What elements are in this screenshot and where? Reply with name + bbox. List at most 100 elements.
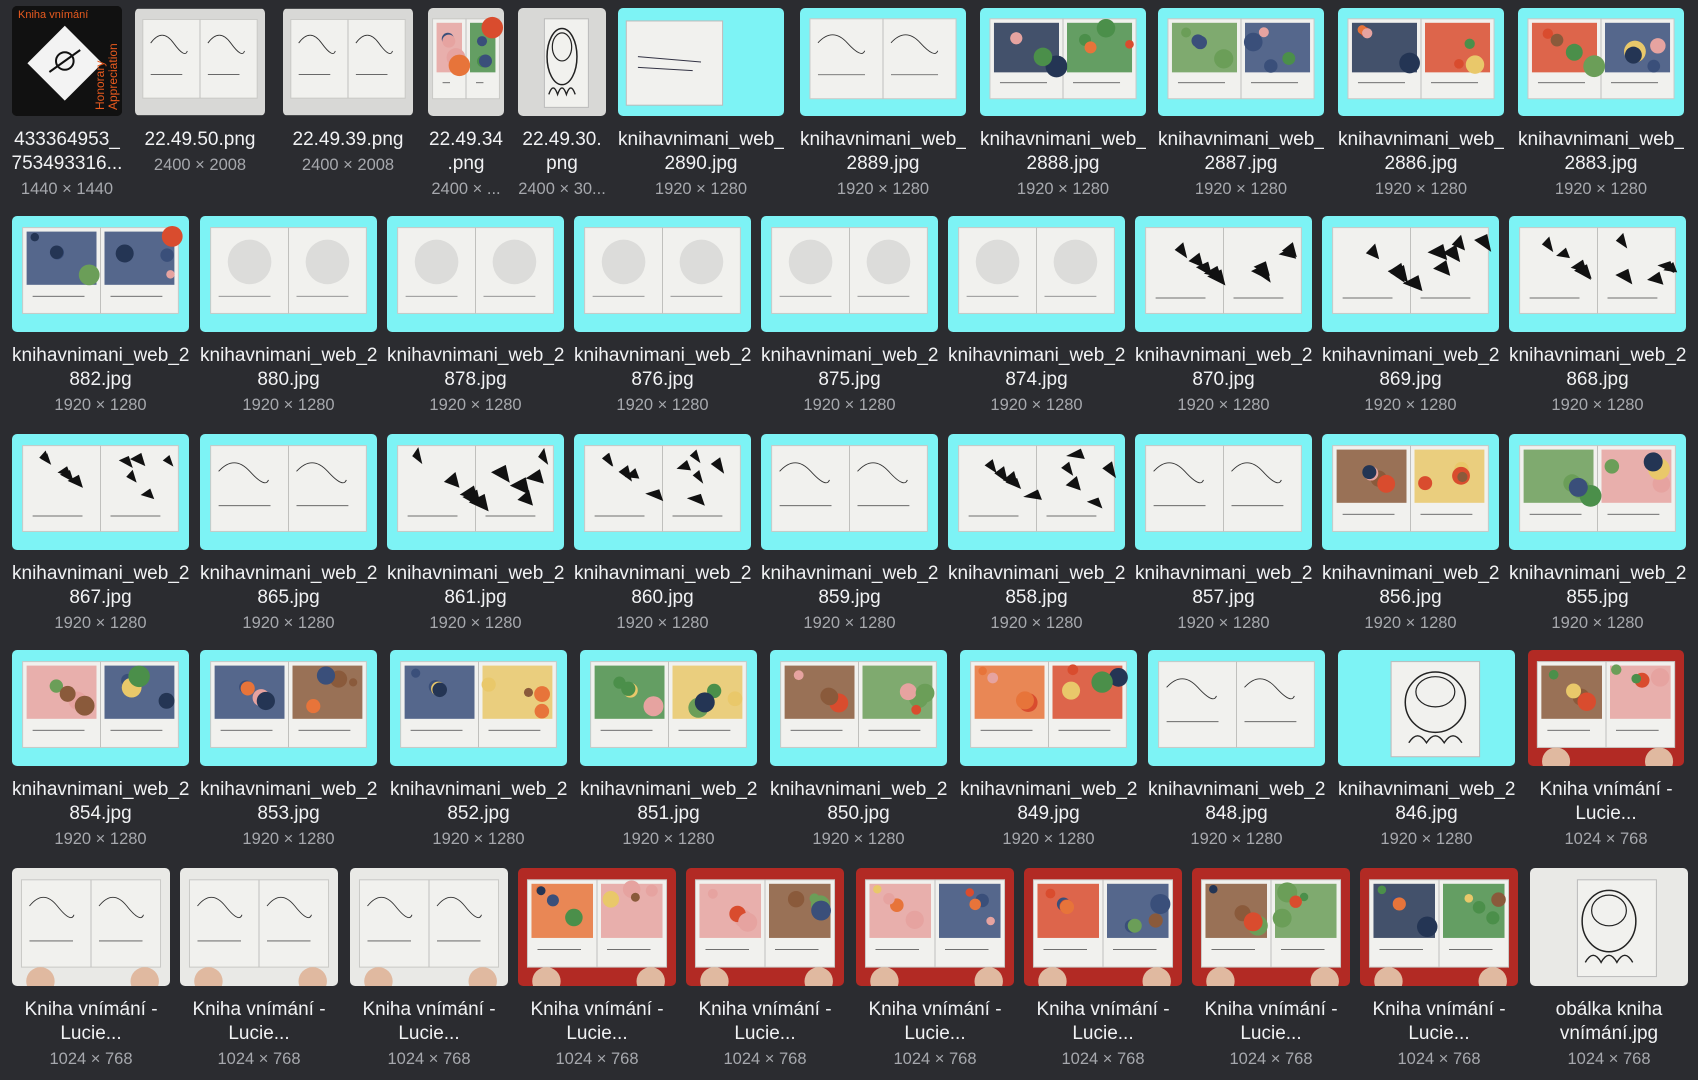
image-dimensions: 1920 × 1280 xyxy=(803,614,896,632)
image-tile[interactable]: knihavnimani_web_2 853.jpg 1920 × 1280 xyxy=(200,650,377,850)
thumbnail-image[interactable] xyxy=(12,650,189,766)
image-tile[interactable]: Kniha vnímání Honorary Appreciation 433364… xyxy=(0,6,137,200)
thumbnail-image[interactable] xyxy=(428,8,504,116)
thumbnail-image[interactable] xyxy=(12,216,189,332)
thumbnail-image[interactable] xyxy=(387,216,564,332)
image-tile[interactable]: Kniha vnímání - Lucie... 1024 × 768 xyxy=(850,868,1020,1070)
thumbnail-image[interactable] xyxy=(686,868,844,986)
image-tile[interactable]: Kniha vnímání - Lucie... 1024 × 768 xyxy=(1186,868,1356,1070)
thumbnail-image[interactable] xyxy=(574,434,751,550)
image-tile[interactable]: Kniha vnímání - Lucie... 1024 × 768 xyxy=(1354,868,1524,1070)
thumbnail-image[interactable] xyxy=(761,434,938,550)
thumbnail-image[interactable] xyxy=(980,8,1146,116)
image-tile[interactable]: knihavnimani_web_2 870.jpg 1920 × 1280 xyxy=(1135,216,1312,416)
image-tile[interactable]: knihavnimani_web_ 2889.jpg 1920 × 1280 xyxy=(800,8,966,200)
thumbnail-image[interactable] xyxy=(1024,868,1182,986)
image-tile[interactable]: Kniha vnímání - Lucie... 1024 × 768 xyxy=(1521,650,1691,850)
thumbnail-image[interactable] xyxy=(350,868,508,986)
thumbnail-image[interactable] xyxy=(770,650,947,766)
image-tile[interactable]: 22.49.50.png 2400 × 2008 xyxy=(135,8,265,176)
thumbnail-image[interactable] xyxy=(1338,650,1515,766)
image-tile[interactable]: Kniha vnímání - Lucie... 1024 × 768 xyxy=(6,868,176,1070)
thumbnail-frame xyxy=(1135,434,1312,550)
image-tile[interactable]: knihavnimani_web_2 867.jpg 1920 × 1280 xyxy=(12,434,189,634)
image-tile[interactable]: knihavnimani_web_2 851.jpg 1920 × 1280 xyxy=(580,650,757,850)
image-tile[interactable]: knihavnimani_web_2 868.jpg 1920 × 1280 xyxy=(1509,216,1686,416)
thumbnail-image[interactable] xyxy=(1530,868,1688,986)
thumbnail-image[interactable] xyxy=(200,434,377,550)
image-tile[interactable]: Kniha vnímání - Lucie... 1024 × 768 xyxy=(174,868,344,1070)
image-tile[interactable]: knihavnimani_web_2 849.jpg 1920 × 1280 xyxy=(960,650,1137,850)
image-tile[interactable]: knihavnimani_web_2 875.jpg 1920 × 1280 xyxy=(761,216,938,416)
image-tile[interactable]: Kniha vnímání - Lucie... 1024 × 768 xyxy=(512,868,682,1070)
image-tile[interactable]: knihavnimani_web_2 856.jpg 1920 × 1280 xyxy=(1322,434,1499,634)
thumbnail-image[interactable] xyxy=(574,216,751,332)
thumbnail-image[interactable] xyxy=(1518,8,1684,116)
image-tile[interactable]: knihavnimani_web_2 878.jpg 1920 × 1280 xyxy=(387,216,564,416)
image-tile[interactable]: knihavnimani_web_2 882.jpg 1920 × 1280 xyxy=(12,216,189,416)
image-tile[interactable]: 22.49.30. png 2400 × 30... xyxy=(517,8,607,200)
thumbnail-image[interactable] xyxy=(1509,434,1686,550)
thumbnail-image[interactable]: Kniha vnímání Honorary Appreciation xyxy=(12,6,122,116)
image-tile[interactable]: knihavnimani_web_ 2883.jpg 1920 × 1280 xyxy=(1518,8,1684,200)
thumbnail-image[interactable] xyxy=(12,868,170,986)
thumbnail-image[interactable] xyxy=(518,868,676,986)
thumbnail-image[interactable] xyxy=(1135,434,1312,550)
thumbnail-image[interactable] xyxy=(200,650,377,766)
image-tile[interactable]: knihavnimani_web_ 2886.jpg 1920 × 1280 xyxy=(1338,8,1504,200)
thumbnail-image[interactable] xyxy=(387,434,564,550)
thumbnail-image[interactable] xyxy=(856,868,1014,986)
image-tile[interactable]: obálka kniha vnímání.jpg 1024 × 768 xyxy=(1524,868,1694,1070)
thumbnail-image[interactable] xyxy=(180,868,338,986)
image-tile[interactable]: knihavnimani_web_2 874.jpg 1920 × 1280 xyxy=(948,216,1125,416)
thumbnail-image[interactable] xyxy=(618,8,784,116)
thumbnail-image[interactable] xyxy=(1135,216,1312,332)
image-tile[interactable]: knihavnimani_web_2 876.jpg 1920 × 1280 xyxy=(574,216,751,416)
image-tile[interactable]: knihavnimani_web_2 848.jpg 1920 × 1280 xyxy=(1148,650,1325,850)
image-tile[interactable]: knihavnimani_web_ 2888.jpg 1920 × 1280 xyxy=(980,8,1146,200)
thumbnail-image[interactable] xyxy=(12,434,189,550)
image-tile[interactable]: knihavnimani_web_2 869.jpg 1920 × 1280 xyxy=(1322,216,1499,416)
image-tile[interactable]: knihavnimani_web_2 861.jpg 1920 × 1280 xyxy=(387,434,564,634)
thumbnail-image[interactable] xyxy=(580,650,757,766)
thumbnail-image[interactable] xyxy=(1509,216,1686,332)
image-tile[interactable]: knihavnimani_web_2 865.jpg 1920 × 1280 xyxy=(200,434,377,634)
image-grid: Kniha vnímání Honorary Appreciation 433364… xyxy=(0,0,1698,1080)
thumbnail-image[interactable] xyxy=(1158,8,1324,116)
thumbnail-image[interactable] xyxy=(960,650,1137,766)
image-tile[interactable]: knihavnimani_web_2 850.jpg 1920 × 1280 xyxy=(770,650,947,850)
image-tile[interactable]: knihavnimani_web_2 880.jpg 1920 × 1280 xyxy=(200,216,377,416)
thumbnail-image[interactable] xyxy=(1528,650,1684,766)
image-tile[interactable]: knihavnimani_web_2 857.jpg 1920 × 1280 xyxy=(1135,434,1312,634)
thumbnail-image[interactable] xyxy=(948,434,1125,550)
image-tile[interactable]: knihavnimani_web_2 852.jpg 1920 × 1280 xyxy=(390,650,567,850)
thumbnail-image[interactable] xyxy=(1360,868,1518,986)
thumbnail-image[interactable] xyxy=(283,8,413,116)
thumbnail-image[interactable] xyxy=(1148,650,1325,766)
thumbnail-image[interactable] xyxy=(1338,8,1504,116)
thumbnail-image[interactable] xyxy=(761,216,938,332)
thumbnail-image[interactable] xyxy=(1192,868,1350,986)
thumbnail-image[interactable] xyxy=(135,8,265,116)
thumbnail-image[interactable] xyxy=(1322,434,1499,550)
image-dimensions: 1920 × 1280 xyxy=(616,614,709,632)
image-tile[interactable]: knihavnimani_web_2 860.jpg 1920 × 1280 xyxy=(574,434,751,634)
thumbnail-image[interactable] xyxy=(518,8,606,116)
image-tile[interactable]: knihavnimani_web_ 2890.jpg 1920 × 1280 xyxy=(618,8,784,200)
image-tile[interactable]: knihavnimani_web_2 859.jpg 1920 × 1280 xyxy=(761,434,938,634)
image-tile[interactable]: knihavnimani_web_2 858.jpg 1920 × 1280 xyxy=(948,434,1125,634)
thumbnail-image[interactable] xyxy=(800,8,966,116)
thumbnail-image[interactable] xyxy=(1322,216,1499,332)
image-tile[interactable]: knihavnimani_web_ 2887.jpg 1920 × 1280 xyxy=(1158,8,1324,200)
image-tile[interactable]: Kniha vnímání - Lucie... 1024 × 768 xyxy=(1018,868,1188,1070)
image-tile[interactable]: 22.49.34 .png 2400 × ... xyxy=(426,8,506,200)
image-tile[interactable]: knihavnimani_web_2 855.jpg 1920 × 1280 xyxy=(1509,434,1686,634)
image-tile[interactable]: Kniha vnímání - Lucie... 1024 × 768 xyxy=(344,868,514,1070)
thumbnail-image[interactable] xyxy=(390,650,567,766)
image-tile[interactable]: 22.49.39.png 2400 × 2008 xyxy=(283,8,413,176)
thumbnail-image[interactable] xyxy=(200,216,377,332)
image-tile[interactable]: knihavnimani_web_2 846.jpg 1920 × 1280 xyxy=(1338,650,1515,850)
thumbnail-image[interactable] xyxy=(948,216,1125,332)
image-tile[interactable]: Kniha vnímání - Lucie... 1024 × 768 xyxy=(680,868,850,1070)
image-tile[interactable]: knihavnimani_web_2 854.jpg 1920 × 1280 xyxy=(12,650,189,850)
